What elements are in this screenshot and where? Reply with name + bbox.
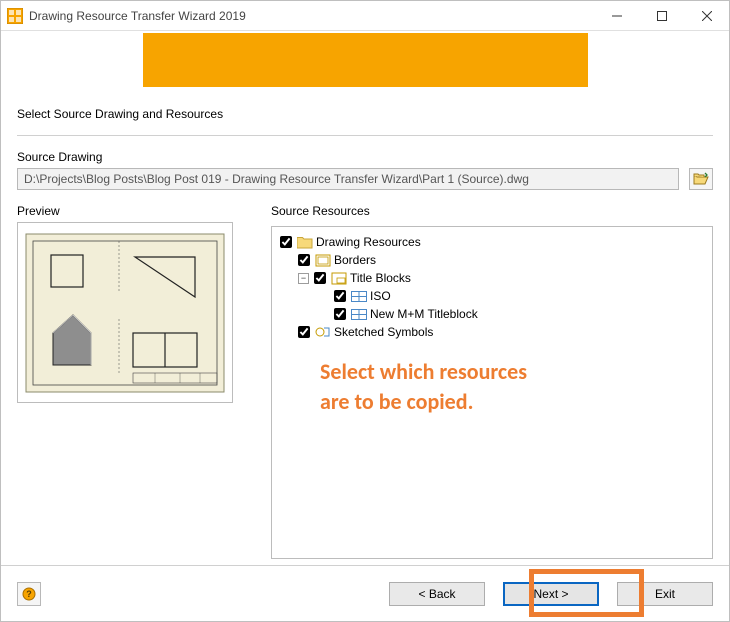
tree-label: New M+M Titleblock (370, 305, 478, 323)
preview-label: Preview (17, 204, 235, 218)
tree-label: Borders (334, 251, 376, 269)
footer: ? < Back Next > Exit (1, 565, 729, 621)
titleblock-icon (351, 306, 367, 322)
tree-node-newmm[interactable]: New M+M Titleblock (316, 305, 704, 323)
tree-label: ISO (370, 287, 391, 305)
exit-button[interactable]: Exit (617, 582, 713, 606)
help-icon: ? (22, 587, 36, 601)
banner-area (1, 31, 729, 89)
folder-icon (297, 234, 313, 250)
close-button[interactable] (684, 1, 729, 30)
checkbox-iso[interactable] (334, 290, 346, 302)
source-path-input[interactable] (17, 168, 679, 190)
resources-column: Source Resources Drawing Resources (271, 204, 713, 559)
svg-text:?: ? (26, 589, 32, 599)
tree-node-borders[interactable]: Borders (298, 251, 704, 269)
tree-node-root[interactable]: Drawing Resources (280, 233, 704, 251)
annotation-line2: are to be copied. (320, 388, 473, 415)
annotation-line1: Select which resources (320, 358, 527, 385)
checkbox-new-mm[interactable] (334, 308, 346, 320)
window-controls (594, 1, 729, 30)
checkbox-title-blocks[interactable] (314, 272, 326, 284)
checkbox-sketched-symbols[interactable] (298, 326, 310, 338)
tree-label: Drawing Resources (316, 233, 421, 251)
browse-button[interactable] (689, 168, 713, 190)
checkbox-drawing-resources[interactable] (280, 236, 292, 248)
resources-tree[interactable]: Drawing Resources Borders (280, 233, 704, 341)
content-area: Select Source Drawing and Resources Sour… (1, 89, 729, 565)
page-heading: Select Source Drawing and Resources (17, 107, 713, 121)
tree-label: Sketched Symbols (334, 323, 433, 341)
window-title: Drawing Resource Transfer Wizard 2019 (29, 9, 594, 23)
app-icon (7, 8, 23, 24)
tree-label: Title Blocks (350, 269, 411, 287)
annotation-text: Select which resources are to be copied. (320, 357, 527, 416)
titlebar: Drawing Resource Transfer Wizard 2019 (1, 1, 729, 31)
tree-node-iso[interactable]: ISO (316, 287, 704, 305)
source-path-row (17, 168, 713, 190)
collapse-icon[interactable]: − (298, 273, 309, 284)
resources-label: Source Resources (271, 204, 713, 218)
source-drawing-label: Source Drawing (17, 150, 713, 164)
help-button[interactable]: ? (17, 582, 41, 606)
resources-tree-box: Drawing Resources Borders (271, 226, 713, 559)
separator (17, 135, 713, 136)
tree-node-titleblocks[interactable]: − Title Blocks (298, 269, 704, 287)
folder-open-icon (693, 172, 709, 186)
titleblock-icon (351, 288, 367, 304)
checkbox-borders[interactable] (298, 254, 310, 266)
maximize-button[interactable] (639, 1, 684, 30)
border-icon (315, 252, 331, 268)
preview-column: Preview (17, 204, 235, 559)
banner (143, 33, 588, 87)
wizard-window: Drawing Resource Transfer Wizard 2019 Se… (0, 0, 730, 622)
sketched-symbol-icon (315, 324, 331, 340)
minimize-button[interactable] (594, 1, 639, 30)
tree-node-sketched[interactable]: Sketched Symbols (298, 323, 704, 341)
back-button[interactable]: < Back (389, 582, 485, 606)
next-button[interactable]: Next > (503, 582, 599, 606)
titleblock-group-icon (331, 270, 347, 286)
preview-box (17, 222, 233, 403)
drawing-preview-image (25, 233, 225, 393)
